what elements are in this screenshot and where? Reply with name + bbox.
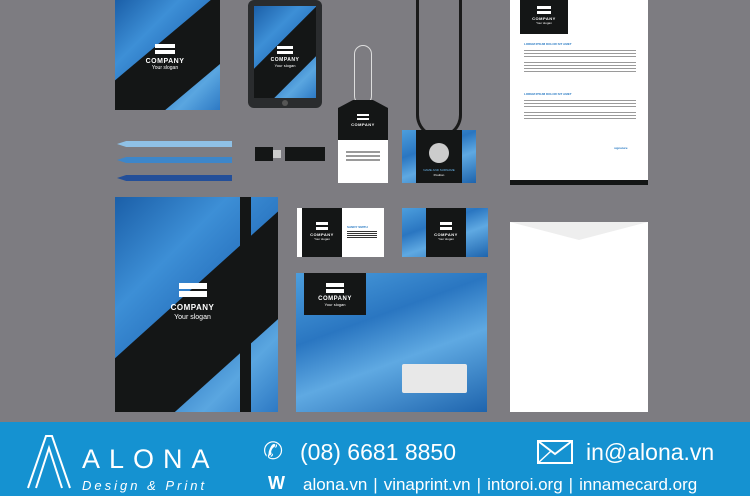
slogan: Your slogan: [324, 302, 346, 307]
website-link[interactable]: vinaprint.vn: [384, 475, 471, 495]
envelope-blue: COMPANY Your slogan: [296, 273, 487, 412]
slogan: Your slogan: [274, 63, 296, 68]
slogan: Your slogan: [151, 65, 179, 71]
company-logo: COMPANY Your slogan: [135, 44, 195, 71]
letterhead-heading: LOREM IPSUM DOLOR SIT AMET: [524, 42, 572, 46]
logo-tagline: Design & Print: [82, 478, 208, 493]
slogan: Your slogan: [314, 237, 330, 241]
email-address[interactable]: in@alona.vn: [586, 439, 714, 466]
web-icon: W: [268, 473, 285, 493]
phone-icon: ✆: [263, 438, 284, 465]
tablet: COMPANY Your slogan: [248, 0, 322, 108]
badge-name: NAME AND SURNAME: [423, 168, 455, 172]
footer-banner: ALONA Design & Print ✆ (08) 6681 8850 in…: [0, 422, 750, 496]
company-name: COMPANY: [170, 303, 215, 312]
website-list: alona.vn | vinaprint.vn | intoroi.org | inn…: [303, 475, 698, 495]
slogan: Your slogan: [536, 21, 552, 25]
signature: signature: [614, 146, 628, 150]
email-icon: [537, 440, 573, 464]
website-link[interactable]: innamecard.org: [579, 475, 697, 495]
phone-number[interactable]: (08) 6681 8850: [300, 439, 456, 466]
company-name: COMPANY: [145, 58, 185, 65]
company-name: COMPANY: [351, 122, 375, 127]
hang-tag: COMPANY: [338, 45, 388, 183]
folder: COMPANY Your slogan: [115, 197, 278, 412]
alona-logo-icon: [27, 435, 71, 489]
slogan: Your slogan: [438, 237, 454, 241]
usb-drive: [255, 147, 325, 161]
badge-position: Position: [433, 173, 445, 177]
letterhead: COMPANY Your slogan LOREM IPSUM DOLOR SI…: [510, 0, 648, 185]
logo-name: ALONA: [82, 444, 219, 474]
website-link[interactable]: alona.vn: [303, 475, 367, 495]
notebook: COMPANY Your slogan: [115, 0, 220, 110]
website-link[interactable]: intoroi.org: [487, 475, 563, 495]
slogan: Your slogan: [174, 314, 211, 321]
envelope-white: [510, 222, 648, 412]
id-badge: NAME AND SURNAME Position: [402, 0, 476, 183]
business-card-back: COMPANY Your slogan: [402, 208, 488, 257]
business-card-front: COMPANY Your slogan SANDY SMITH: [297, 208, 384, 257]
letterhead-heading: LOREM IPSUM DOLOR SIT AMET: [524, 92, 572, 96]
card-name: SANDY SMITH: [347, 225, 368, 229]
